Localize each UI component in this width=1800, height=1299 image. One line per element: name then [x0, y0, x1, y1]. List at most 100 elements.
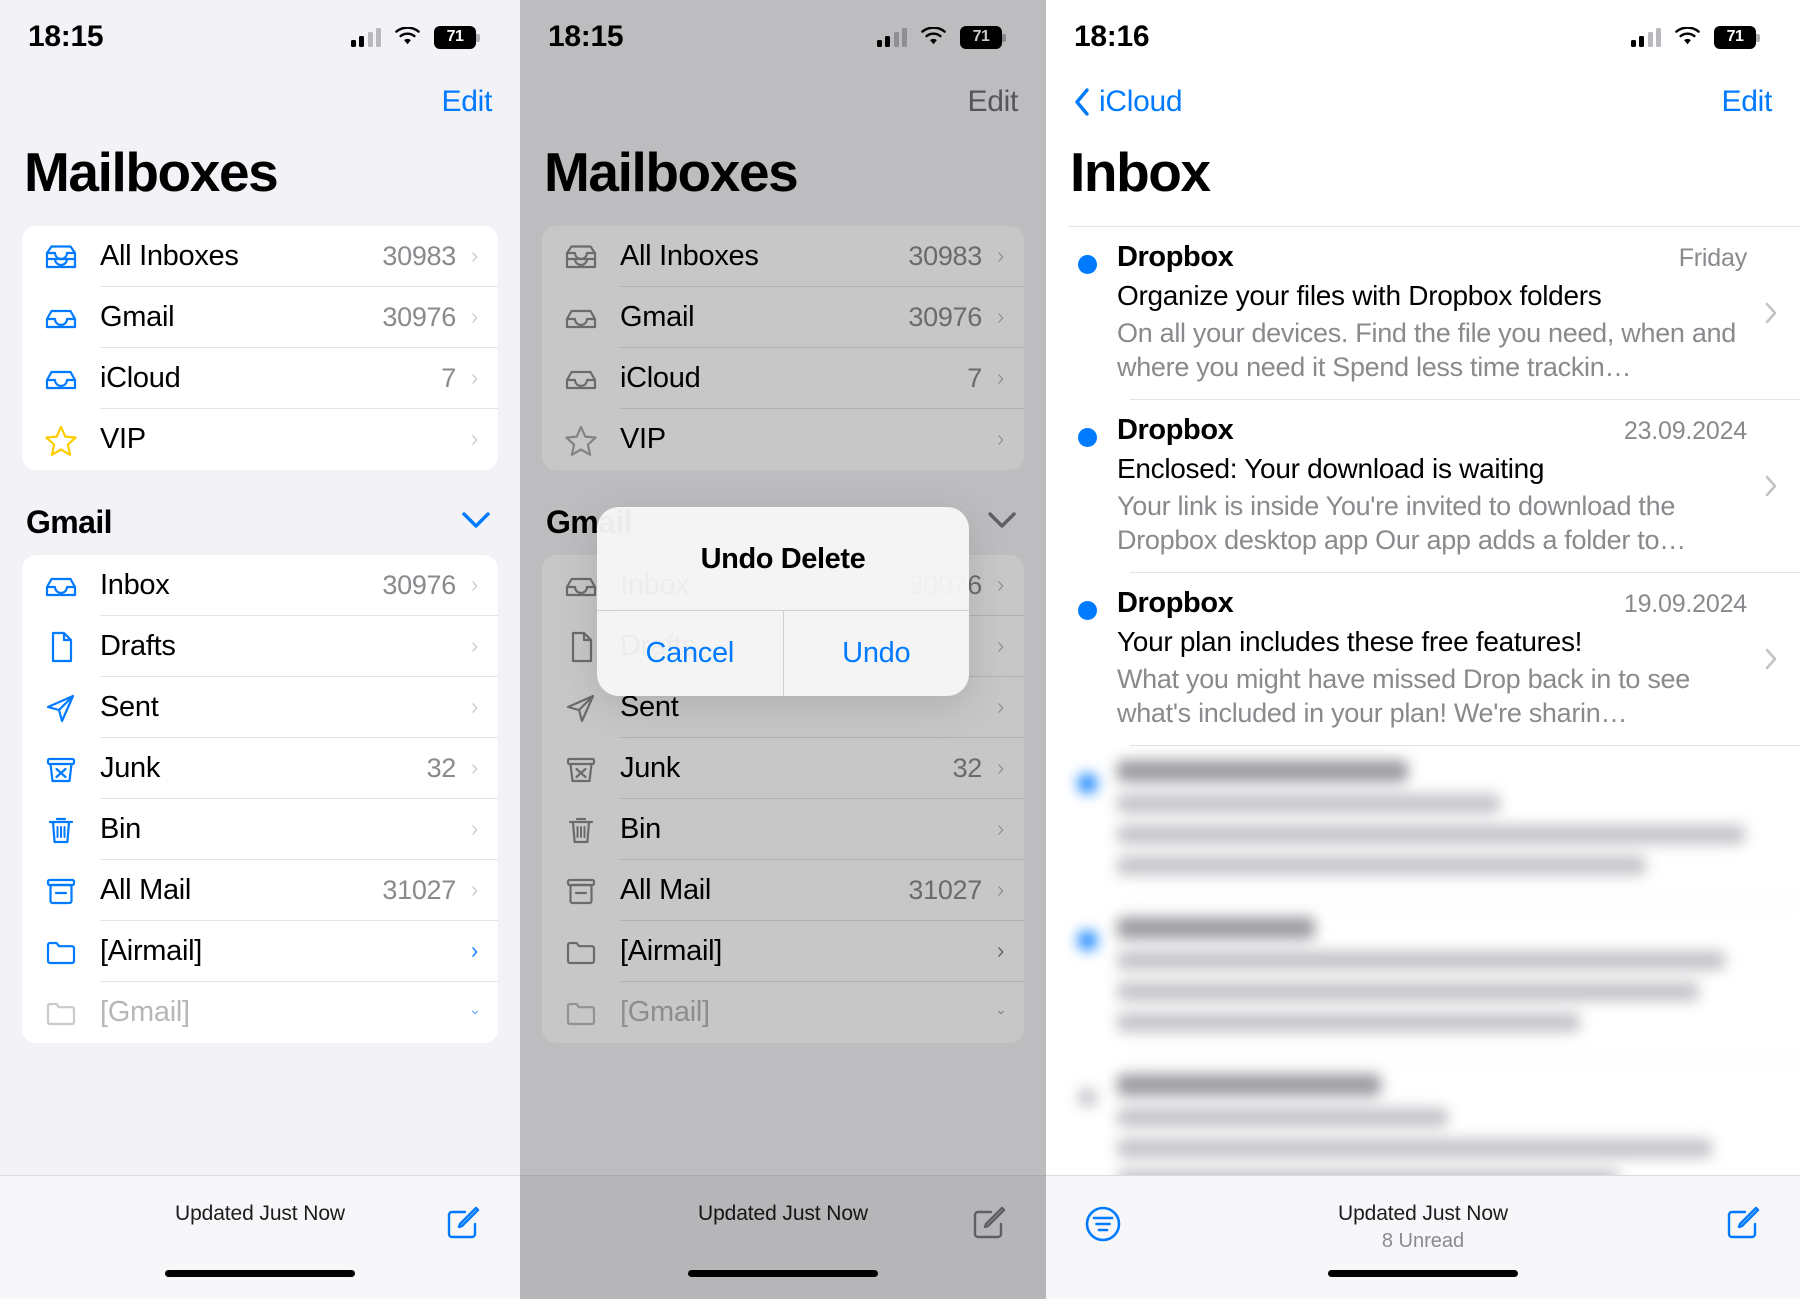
- cellular-signal-icon: [350, 27, 381, 47]
- mailbox-row-gmail[interactable]: Gmail 30976: [22, 287, 498, 348]
- mail-date: 19.09.2024: [1623, 590, 1747, 619]
- chevron-right-icon: [472, 575, 498, 597]
- mail-row[interactable]: Dropbox Friday Organize your files with …: [1046, 227, 1800, 401]
- page-title: Mailboxes: [24, 141, 279, 203]
- folder-icon: [42, 997, 100, 1029]
- unread-dot: [1078, 255, 1097, 274]
- wifi-icon: [1674, 27, 1701, 47]
- nav-bar: Edit: [0, 74, 520, 130]
- mailbox-row-all-inboxes[interactable]: All Inboxes 30983: [22, 226, 498, 287]
- page-title: Inbox: [1070, 141, 1211, 203]
- folder-row-sent[interactable]: Sent: [22, 677, 498, 738]
- chevron-right-icon[interactable]: [472, 941, 498, 963]
- mailbox-label: VIP: [100, 423, 146, 455]
- compose-icon[interactable]: [1720, 1202, 1766, 1244]
- document-icon: [42, 630, 100, 664]
- chevron-right-icon: [472, 368, 498, 390]
- folder-row-drafts[interactable]: Drafts: [22, 616, 498, 677]
- chevron-right-icon: [472, 636, 498, 658]
- edit-button[interactable]: Edit: [1722, 85, 1773, 119]
- cancel-button[interactable]: Cancel: [597, 611, 783, 696]
- unread-count: 8 Unread: [1381, 1230, 1465, 1252]
- status-time: 18:15: [28, 20, 104, 53]
- mail-row-redacted[interactable]: [1046, 746, 1800, 904]
- folder-row-gmail-label[interactable]: [Gmail]: [22, 982, 498, 1043]
- undo-delete-dialog: Undo Delete Cancel Undo: [597, 507, 969, 696]
- chevron-right-icon: [472, 307, 498, 329]
- dialog-title: Undo Delete: [700, 543, 866, 575]
- mail-subject: Your plan includes these free features!: [1117, 626, 1583, 658]
- battery-level: 71: [446, 28, 464, 45]
- bottom-toolbar: Updated Just Now: [0, 1175, 520, 1299]
- folder-row-bin[interactable]: Bin: [22, 799, 498, 860]
- back-button[interactable]: iCloud: [1074, 85, 1183, 119]
- folder-row-junk[interactable]: Junk 32: [22, 738, 498, 799]
- status-indicators: 71: [1630, 25, 1760, 49]
- trash-icon: [42, 813, 100, 847]
- chevron-right-icon: [472, 758, 498, 780]
- mailbox-label: All Inboxes: [100, 240, 239, 272]
- chevron-right-icon: [1761, 587, 1778, 730]
- chevron-right-icon: [472, 429, 498, 451]
- all-inboxes-icon: [42, 241, 100, 273]
- chevron-down-icon[interactable]: [472, 1005, 498, 1020]
- mail-preview: On all your devices. Find the file you n…: [1117, 318, 1736, 383]
- folder-label: Drafts: [100, 630, 176, 662]
- chevron-right-icon: [1761, 241, 1778, 384]
- folder-label: All Mail: [100, 874, 192, 906]
- accounts-group: All Inboxes 30983 Gmail 30976 iCloud 7 V…: [22, 226, 498, 470]
- status-time: 18:16: [1074, 20, 1150, 53]
- mail-row-redacted[interactable]: [1046, 903, 1800, 1061]
- folder-row-airmail[interactable]: [Airmail]: [22, 921, 498, 982]
- home-indicator: [1328, 1270, 1518, 1277]
- wifi-icon: [394, 27, 421, 47]
- folder-count: 31027: [382, 875, 456, 905]
- unread-dot: [1078, 931, 1097, 951]
- mail-preview: What you might have missed Drop back in …: [1117, 664, 1690, 729]
- gmail-folders-group: Inbox 30976 Drafts Sent Jun: [22, 555, 498, 1043]
- unread-dot: [1078, 428, 1097, 448]
- undo-button[interactable]: Undo: [782, 611, 970, 696]
- mail-preview: Your link is inside You're invited to do…: [1117, 491, 1686, 556]
- mail-subject: Enclosed: Your download is waiting: [1117, 453, 1545, 485]
- panel-inbox: 18:16 71 iCloud Edit Inbox Dropbox Frida…: [1046, 0, 1800, 1299]
- mailbox-count: 30976: [382, 302, 456, 332]
- folder-label: Sent: [100, 691, 159, 723]
- screenshot-triptych: 18:15 71 Edit Mailboxes All Inboxes 3098…: [0, 0, 1800, 1299]
- filter-icon[interactable]: [1080, 1202, 1126, 1246]
- chevron-down-icon[interactable]: [462, 511, 490, 534]
- folder-label: [Airmail]: [100, 935, 203, 967]
- mailbox-row-icloud[interactable]: iCloud 7: [22, 348, 498, 409]
- bottom-toolbar: Updated Just Now 8 Unread: [1046, 1175, 1800, 1299]
- folder-icon: [42, 936, 100, 968]
- inbox-tray-icon: [42, 363, 100, 395]
- mail-date: 23.09.2024: [1623, 417, 1747, 446]
- inbox-tray-icon: [42, 302, 100, 334]
- mail-row[interactable]: Dropbox 19.09.2024 Your plan includes th…: [1046, 573, 1800, 747]
- unread-dot: [1078, 774, 1097, 794]
- battery-icon: 71: [434, 25, 480, 49]
- folder-row-all-mail[interactable]: All Mail 31027: [22, 860, 498, 921]
- chevron-right-icon: [472, 819, 498, 841]
- mailbox-label: iCloud: [100, 362, 181, 394]
- mail-sender: Dropbox: [1117, 241, 1234, 273]
- back-label: iCloud: [1099, 85, 1183, 118]
- chevron-right-icon: [1761, 414, 1778, 557]
- mailbox-row-vip[interactable]: VIP: [22, 409, 498, 470]
- compose-icon[interactable]: [440, 1202, 486, 1244]
- mailbox-count: 30983: [382, 241, 456, 271]
- dialog-actions: Cancel Undo: [597, 610, 969, 696]
- chevron-right-icon: [472, 246, 498, 268]
- section-header-gmail[interactable]: Gmail: [0, 470, 520, 555]
- undo-delete-dialog-layer: Undo Delete Cancel Undo: [520, 0, 1046, 1299]
- chevron-right-icon: [472, 880, 498, 902]
- mail-row[interactable]: Dropbox 23.09.2024 Enclosed: Your downlo…: [1046, 400, 1800, 574]
- unread-dot: [1078, 601, 1097, 621]
- folder-label: [Gmail]: [100, 996, 190, 1028]
- junk-bin-icon: [42, 752, 100, 786]
- folder-row-inbox[interactable]: Inbox 30976: [22, 555, 498, 616]
- edit-button[interactable]: Edit: [442, 85, 493, 119]
- status-bar: 18:16 71: [1046, 0, 1800, 74]
- inbox-tray-icon: [42, 570, 100, 602]
- mail-date: Friday: [1678, 244, 1747, 272]
